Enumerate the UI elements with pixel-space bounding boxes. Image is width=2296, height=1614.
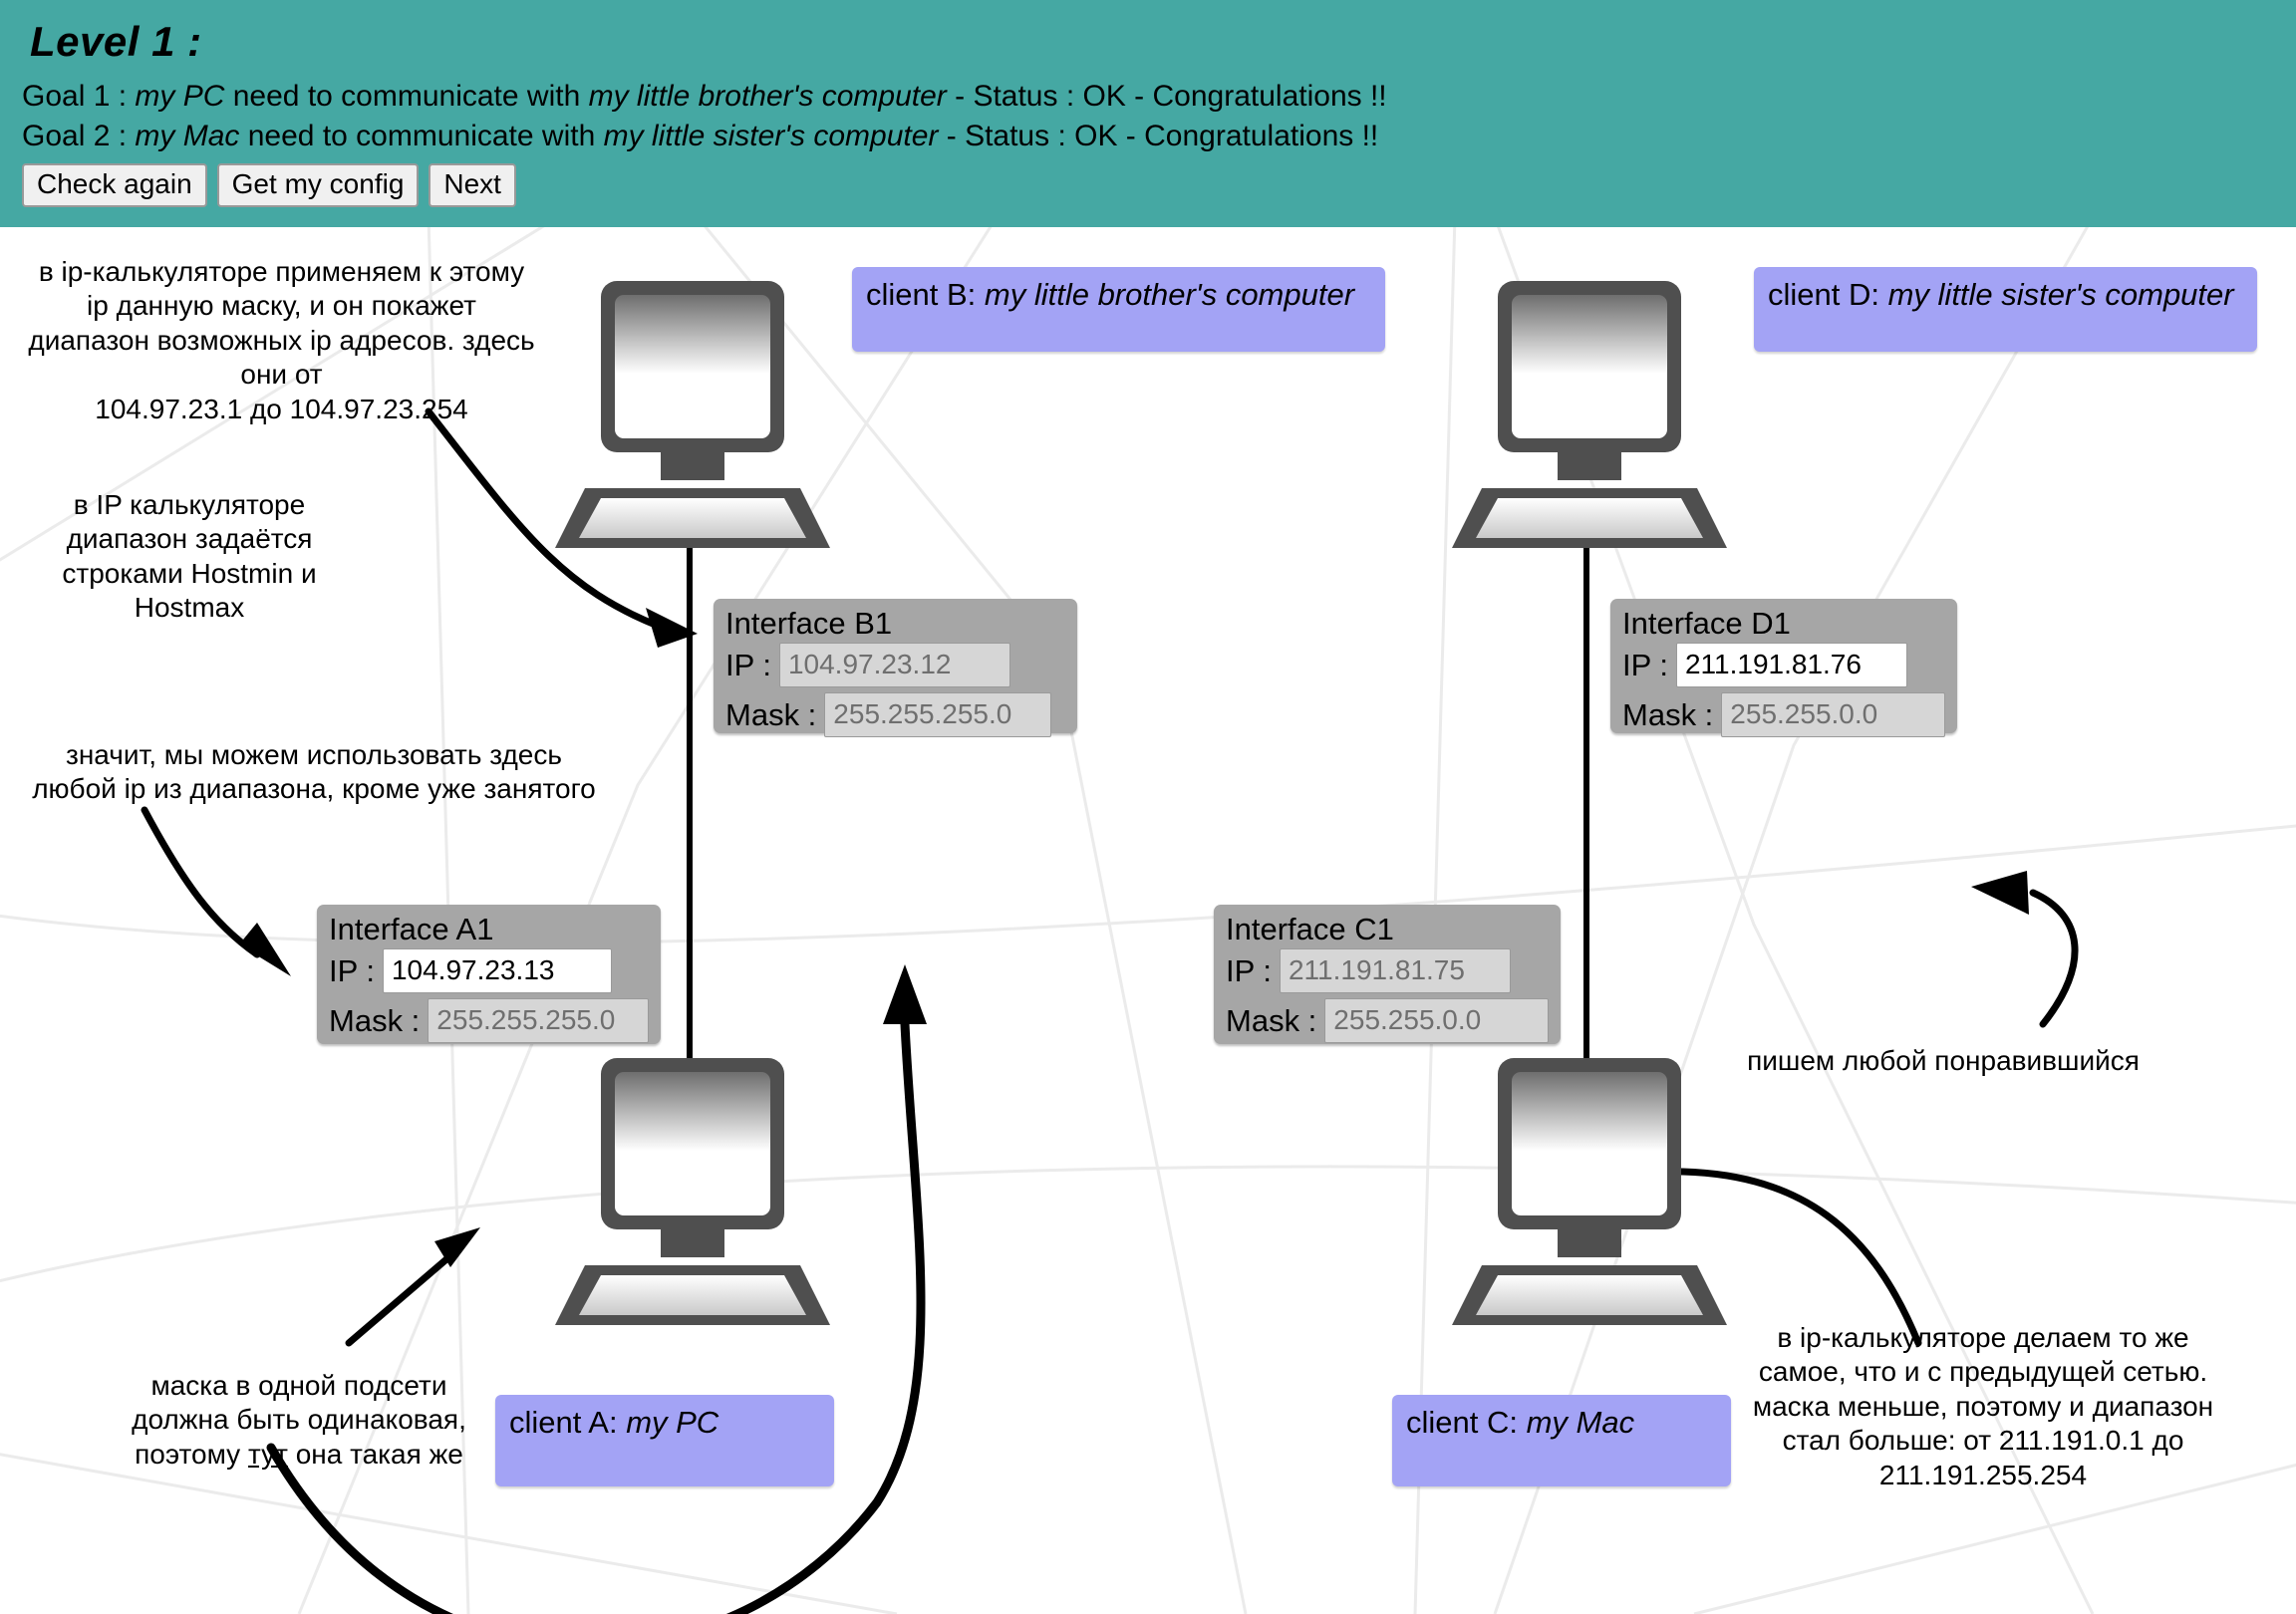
interface-d1-title: Interface D1 <box>1622 606 1791 641</box>
interface-box-b1: Interface B1 IP : 104.97.23.12 Mask : 25… <box>714 599 1077 738</box>
get-my-config-button[interactable]: Get my config <box>216 163 420 208</box>
interface-d1-mask-label: Mask : <box>1622 696 1714 732</box>
interface-c1-mask-field[interactable]: 255.255.0.0 <box>1324 998 1549 1044</box>
interface-a1-ip-field[interactable]: 104.97.23.13 <box>382 948 612 994</box>
note-any-free-ip: значит, мы можем использовать здесь любо… <box>32 739 596 805</box>
interface-box-c1: Interface C1 IP : 211.191.81.75 Mask : 2… <box>1214 905 1561 1044</box>
check-again-button[interactable]: Check again <box>22 163 207 208</box>
interface-c1-ip-field[interactable]: 211.191.81.75 <box>1279 948 1511 994</box>
interface-a1-ip-row: IP : 104.97.23.13 <box>329 948 649 994</box>
interface-c1-title: Interface C1 <box>1226 912 1394 946</box>
computer-icon-client-a <box>543 1054 842 1343</box>
goal-2-middle: need to communicate with <box>239 120 604 152</box>
note-calc-range-b: в ip-калькуляторе применяем к этому ip д… <box>28 256 535 424</box>
monitor-keyboard-icon <box>1452 1058 1727 1325</box>
client-label-d: client D: my little sister's computer <box>1754 267 2257 352</box>
level-header: Level 1 : Goal 1 : my PC need to communi… <box>0 0 2296 227</box>
client-c-name: my Mac <box>1526 1405 1635 1440</box>
goal-1-target: my little brother's computer <box>588 80 947 113</box>
interface-c1-mask-row: Mask : 255.255.0.0 <box>1226 998 1549 1044</box>
goal-1-middle: need to communicate with <box>224 80 589 113</box>
network-diagram-canvas: client B: my little brother's computer c… <box>0 227 2296 1614</box>
goal-line-1: Goal 1 : my PC need to communicate with … <box>22 80 2296 114</box>
note-same-mask-underlined: тут <box>247 1438 288 1470</box>
monitor-keyboard-icon <box>1452 281 1727 548</box>
header-button-row: Check again Get my config Next <box>22 163 2296 208</box>
next-button[interactable]: Next <box>429 163 516 208</box>
goal-1-prefix: Goal 1 : <box>22 80 136 113</box>
goal-1-subject: my PC <box>135 80 225 113</box>
goal-1-status: - Status : OK - Congratulations !! <box>946 80 1387 113</box>
interface-d1-mask-row: Mask : 255.255.0.0 <box>1622 692 1945 738</box>
client-a-name: my PC <box>626 1405 719 1440</box>
client-c-prefix: client C: <box>1406 1405 1527 1440</box>
interface-a1-title: Interface A1 <box>329 912 494 946</box>
computer-icon-client-d <box>1440 277 1739 566</box>
client-b-prefix: client B: <box>866 277 985 312</box>
interface-b1-mask-field[interactable]: 255.255.255.0 <box>824 692 1052 738</box>
interface-b1-mask-row: Mask : 255.255.255.0 <box>725 692 1065 738</box>
client-b-name: my little brother's computer <box>984 277 1355 312</box>
interface-b1-title: Interface B1 <box>725 606 893 641</box>
interface-c1-mask-label: Mask : <box>1226 1002 1317 1038</box>
client-a-prefix: client A: <box>509 1405 627 1440</box>
monitor-keyboard-icon <box>555 281 830 548</box>
interface-a1-mask-label: Mask : <box>329 1002 421 1038</box>
goal-line-2: Goal 2 : my Mac need to communicate with… <box>22 120 2296 153</box>
note-calc-range-d: в ip-калькуляторе делаем то же самое, чт… <box>1752 1322 2214 1490</box>
interface-a1-mask-field[interactable]: 255.255.255.0 <box>428 998 649 1044</box>
goal-2-subject: my Mac <box>135 120 240 152</box>
note-same-mask-post: она такая же <box>287 1438 463 1470</box>
note-hostmin-hostmax: в IP калькуляторе диапазон задаётся стро… <box>62 489 317 624</box>
interface-d1-mask-field[interactable]: 255.255.0.0 <box>1721 692 1945 738</box>
interface-box-d1: Interface D1 IP : 211.191.81.76 Mask : 2… <box>1610 599 1957 738</box>
interface-b1-ip-label: IP : <box>725 647 771 682</box>
interface-d1-ip-label: IP : <box>1622 647 1668 682</box>
goal-2-target: my little sister's computer <box>603 120 939 152</box>
interface-b1-ip-field[interactable]: 104.97.23.12 <box>778 643 1010 688</box>
interface-b1-mask-label: Mask : <box>725 696 817 732</box>
interface-b1-ip-row: IP : 104.97.23.12 <box>725 643 1065 688</box>
computer-icon-client-c <box>1440 1054 1739 1343</box>
monitor-keyboard-icon <box>555 1058 830 1325</box>
interface-c1-ip-row: IP : 211.191.81.75 <box>1226 948 1549 994</box>
interface-d1-ip-row: IP : 211.191.81.76 <box>1622 643 1945 688</box>
client-label-c: client C: my Mac <box>1392 1395 1731 1486</box>
client-label-b: client B: my little brother's computer <box>852 267 1385 352</box>
page-title: Level 1 : <box>30 18 202 65</box>
computer-icon-client-b <box>543 277 842 566</box>
interface-d1-ip-field[interactable]: 211.191.81.76 <box>1675 643 1907 688</box>
goal-2-status: - Status : OK - Congratulations !! <box>938 120 1379 152</box>
interface-a1-ip-label: IP : <box>329 952 375 988</box>
client-d-prefix: client D: <box>1768 277 1888 312</box>
client-label-a: client A: my PC <box>495 1395 834 1486</box>
interface-c1-ip-label: IP : <box>1226 952 1272 988</box>
note-same-mask: маска в одной подсети должна быть одинак… <box>100 1369 498 1472</box>
note-write-any: пишем любой понравившийся <box>1747 1045 2140 1076</box>
goal-2-prefix: Goal 2 : <box>22 120 136 152</box>
interface-a1-mask-row: Mask : 255.255.255.0 <box>329 998 649 1044</box>
interface-box-a1: Interface A1 IP : 104.97.23.13 Mask : 25… <box>317 905 661 1044</box>
client-d-name: my little sister's computer <box>1887 277 2234 312</box>
